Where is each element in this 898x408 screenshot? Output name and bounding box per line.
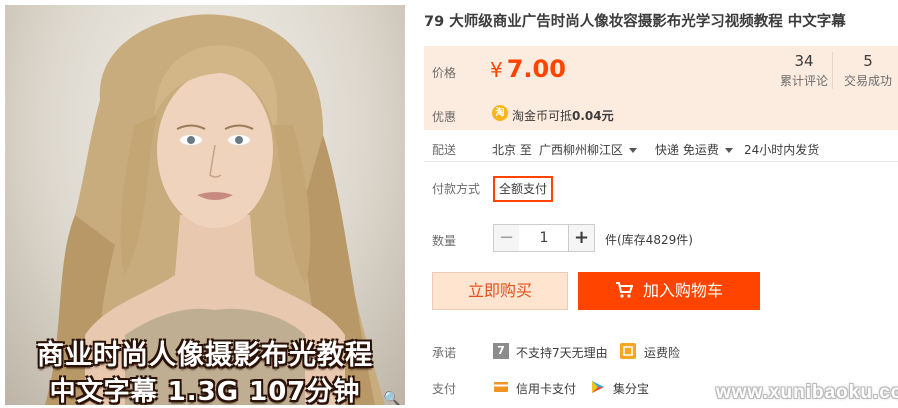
add-to-cart-button[interactable]: 加入购物车	[578, 272, 760, 310]
shipping-method: 快递 免运费	[655, 143, 719, 157]
shipping-method-select[interactable]: 快递 免运费	[655, 141, 733, 158]
price-panel: 价格 ¥7.00 34 累计评论 5 交易成功	[424, 46, 898, 100]
image-caption-line2: 中文字幕 1.3G 107分钟	[49, 377, 361, 405]
sales-count: 5	[863, 52, 873, 70]
shipping-row: 配送 北京 至 广西柳州柳江区 快递 免运费 24小时内发货	[424, 131, 898, 162]
caret-down-icon	[629, 148, 638, 153]
promo-text-prefix: 淘金币可抵	[512, 109, 573, 123]
image-caption-line1: 商业时尚人像摄影布光教程	[37, 340, 373, 371]
product-image[interactable]: 商业时尚人像摄影布光教程 中文字幕 1.3G 107分钟 🔍	[5, 5, 405, 405]
shipping-label: 配送	[432, 143, 457, 157]
add-to-cart-label: 加入购物车	[642, 281, 723, 300]
jifenbao-icon	[590, 379, 606, 395]
price-amount: 7.00	[506, 55, 566, 83]
promo-label: 优惠	[432, 110, 457, 124]
caret-down-icon	[724, 148, 733, 153]
pay-jifenbao[interactable]: 集分宝	[613, 380, 649, 397]
quantity-decrease-button[interactable]: −	[493, 224, 520, 252]
sales-stat: 5 交易成功	[840, 52, 896, 89]
shipping-destination: 广西柳州柳江区	[539, 143, 624, 157]
pay-label: 支付	[432, 382, 457, 396]
promise-shipping-insurance[interactable]: 运费险	[644, 344, 680, 361]
promo-panel: 优惠 淘 淘金币可抵0.04元	[424, 100, 898, 130]
stock-text: 件(库存4829件)	[605, 233, 693, 247]
site-watermark: www.xunibaoku.com	[716, 382, 898, 403]
zoom-icon[interactable]: 🔍	[383, 391, 400, 405]
price-value: ¥7.00	[490, 55, 566, 83]
full-payment-option[interactable]: 全额支付	[493, 176, 553, 202]
product-title: 79 大师级商业广告时尚人像妆容摄影布光学习视频教程 中文字幕	[424, 14, 846, 30]
credit-card-icon	[493, 379, 509, 395]
promise-label: 承诺	[432, 346, 457, 360]
promise-no-reason-return[interactable]: 不支持7天无理由	[516, 344, 608, 361]
quantity-label: 数量	[432, 234, 457, 248]
reviews-label: 累计评论	[779, 74, 828, 88]
buy-now-button[interactable]: 立即购买	[432, 272, 568, 310]
reviews-stat[interactable]: 34 累计评论	[776, 52, 833, 89]
promo-amount: 0.04元	[572, 109, 614, 123]
seven-days-icon: 7	[493, 343, 509, 359]
quantity-increase-button[interactable]: +	[568, 224, 595, 252]
price-label: 价格	[432, 66, 457, 80]
shipping-insurance-icon	[620, 343, 636, 359]
shipping-destination-select[interactable]: 广西柳州柳江区	[539, 141, 638, 158]
payment-method-label: 付款方式	[432, 182, 481, 196]
cart-icon	[615, 282, 633, 298]
taobao-coin-icon: 淘	[492, 105, 508, 121]
quantity-input[interactable]: 1	[519, 224, 569, 252]
reviews-count: 34	[794, 52, 814, 70]
currency-symbol: ¥	[490, 58, 503, 82]
promo-text: 淘金币可抵0.04元	[512, 107, 614, 124]
sales-label: 交易成功	[843, 74, 892, 88]
shipping-from: 北京 至	[492, 143, 532, 157]
shipping-dispatch: 24小时内发货	[744, 143, 820, 157]
pay-credit-card[interactable]: 信用卡支付	[516, 380, 576, 397]
